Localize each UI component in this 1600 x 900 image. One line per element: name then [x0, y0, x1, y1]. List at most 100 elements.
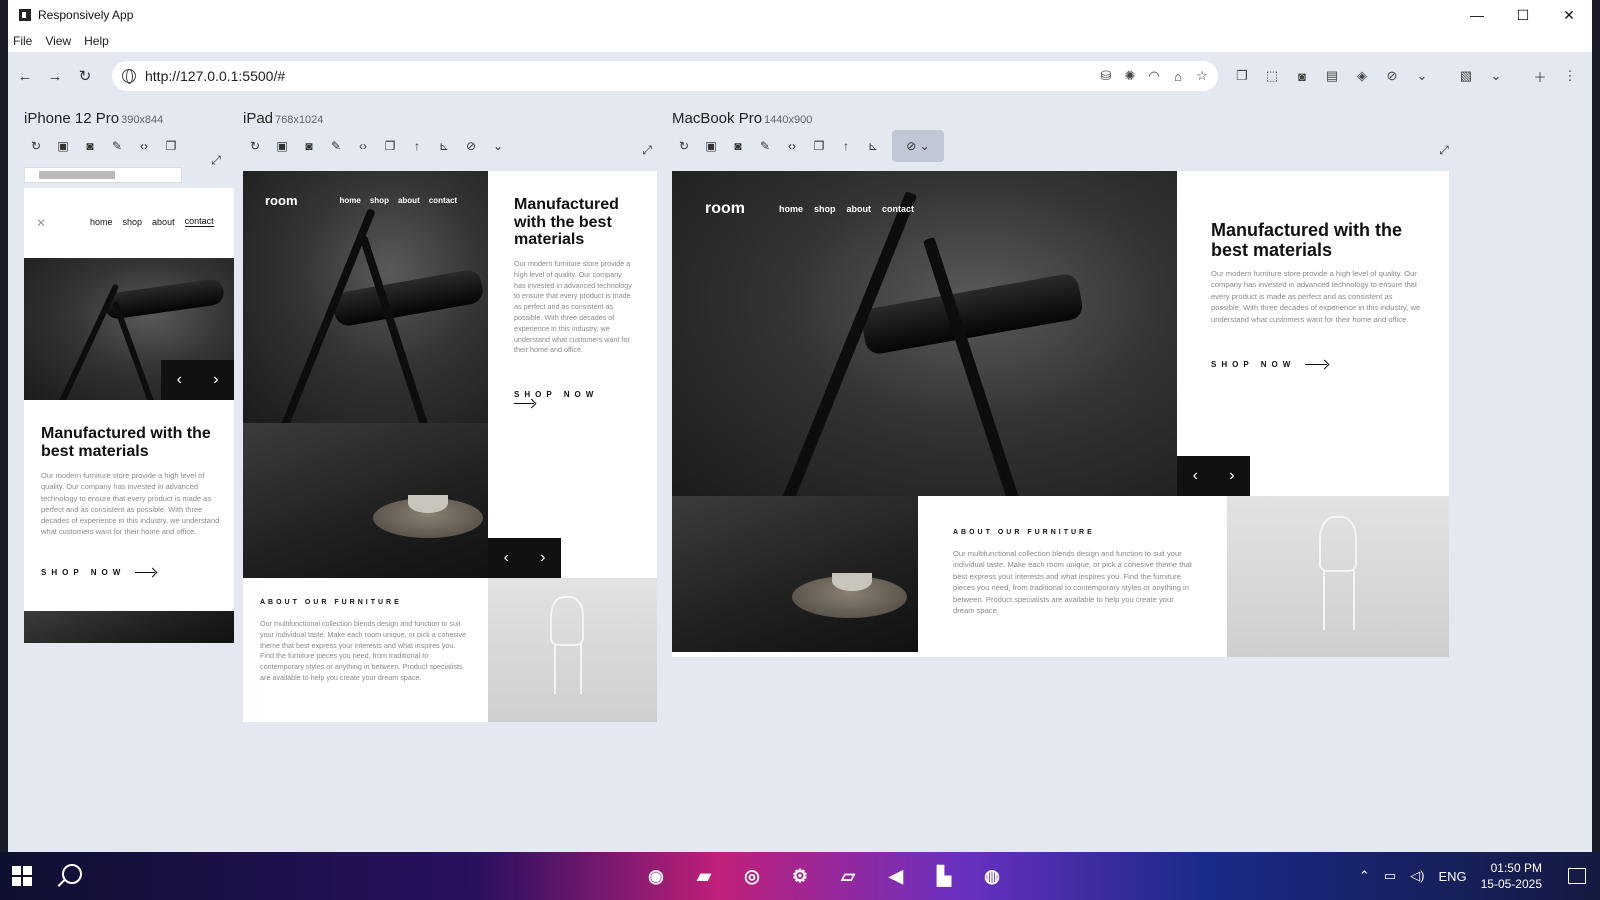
fullscreen-icon[interactable]: ⤢	[208, 152, 224, 168]
more-icon[interactable]: ⋮	[1562, 68, 1578, 84]
next-slide-button[interactable]: ›	[1214, 456, 1251, 496]
layers-icon[interactable]: ◈	[1354, 68, 1370, 84]
language-indicator[interactable]: ENG	[1438, 869, 1466, 884]
files-icon[interactable]: ▱	[832, 858, 864, 894]
address-bar[interactable]: http://127.0.0.1:5500/# ⛁ ✺ ◠ ⌂ ☆	[112, 61, 1218, 91]
wifi-icon[interactable]: ◠	[1146, 68, 1162, 84]
chevron-down-icon[interactable]: ⌄	[490, 138, 506, 154]
edge-icon[interactable]: ◉	[640, 858, 672, 894]
camera-icon[interactable]: ◙	[82, 138, 98, 154]
nav-contact[interactable]: contact	[882, 204, 914, 214]
pen-icon[interactable]: ✎	[757, 138, 773, 154]
tradingview-icon[interactable]: ▰	[688, 858, 720, 894]
shop-now-link[interactable]: SHOP NOW	[514, 390, 644, 408]
eye-off-icon[interactable]: ⊘	[463, 138, 479, 154]
rotate-icon[interactable]: ❐	[811, 138, 827, 154]
nav-about[interactable]: about	[398, 196, 420, 205]
search-icon[interactable]	[62, 864, 82, 884]
code-icon[interactable]: ‹›	[355, 138, 371, 154]
back-button[interactable]: ←	[10, 61, 40, 91]
ruler-icon[interactable]: ⊾	[436, 138, 452, 154]
home-icon[interactable]: ⌂	[1170, 68, 1186, 84]
menu-file[interactable]: File	[13, 34, 32, 48]
scroll-top-icon[interactable]: ↑	[409, 138, 425, 154]
pen-icon[interactable]: ✎	[328, 138, 344, 154]
code-icon[interactable]: ‹›	[784, 138, 800, 154]
nav-contact[interactable]: contact	[429, 196, 457, 205]
scroll-top-icon[interactable]: ↑	[838, 138, 854, 154]
nav-home[interactable]: home	[779, 204, 803, 214]
prev-slide-button[interactable]: ‹	[1177, 456, 1214, 496]
horizontal-scrollbar[interactable]	[24, 167, 182, 183]
pen-icon[interactable]: ✎	[109, 138, 125, 154]
network-icon[interactable]: ▭	[1384, 868, 1396, 884]
reload-icon[interactable]: ↻	[676, 138, 692, 154]
minimize-button[interactable]: —	[1454, 0, 1500, 30]
site-logo[interactable]: room	[705, 200, 745, 218]
forward-button[interactable]: →	[40, 61, 70, 91]
nav-about[interactable]: about	[152, 217, 175, 227]
chevron-up-icon[interactable]: ⌃	[1359, 868, 1370, 884]
nav-home[interactable]: home	[340, 196, 361, 205]
database-icon[interactable]: ⛁	[1098, 68, 1114, 84]
star-icon[interactable]: ☆	[1194, 68, 1210, 84]
cookie-icon[interactable]: ✺	[1122, 68, 1138, 84]
screenshot-icon[interactable]: ▣	[274, 138, 290, 154]
finance-app-icon[interactable]: ◎	[736, 858, 768, 894]
slider-controls: ‹ ›	[161, 360, 234, 400]
nav-contact[interactable]: contact	[184, 216, 214, 227]
responsively-icon[interactable]: ▙	[928, 858, 960, 894]
volume-icon[interactable]: ◁)	[1410, 868, 1424, 884]
settings-icon[interactable]: ⚙	[784, 858, 816, 894]
camera-icon[interactable]: ◙	[301, 138, 317, 154]
rotate-icon[interactable]: ❐	[163, 138, 179, 154]
shop-now-link[interactable]: SHOP NOW	[1211, 360, 1328, 369]
close-menu-icon[interactable]: ✕	[36, 216, 46, 230]
notification-icon[interactable]	[1568, 868, 1586, 884]
menu-view[interactable]: View	[45, 34, 71, 48]
close-button[interactable]: ✕	[1546, 0, 1592, 30]
fullscreen-icon[interactable]: ⤢	[639, 142, 655, 158]
file-icon[interactable]: ▤	[1324, 68, 1340, 84]
ruler-icon[interactable]: ⊾	[865, 138, 881, 154]
address-url[interactable]: http://127.0.0.1:5500/#	[145, 68, 285, 84]
plus-icon[interactable]: ＋	[1532, 68, 1548, 85]
reload-icon[interactable]: ↻	[247, 138, 263, 154]
menu-help[interactable]: Help	[84, 34, 109, 48]
nav-shop[interactable]: shop	[370, 196, 389, 205]
preview-layout-icon[interactable]: ❐	[1234, 68, 1250, 84]
chevron-down-icon[interactable]: ⌄	[1488, 68, 1504, 84]
rotate-icon[interactable]: ❐	[382, 138, 398, 154]
screenshot-icon[interactable]: ▣	[703, 138, 719, 154]
prev-slide-button[interactable]: ‹	[488, 538, 525, 578]
nav-shop[interactable]: shop	[123, 217, 143, 227]
next-slide-button[interactable]: ›	[525, 538, 562, 578]
camera-icon[interactable]: ◙	[730, 138, 746, 154]
code-icon[interactable]: ‹›	[136, 138, 152, 154]
shop-now-link[interactable]: SHOP NOW	[41, 568, 156, 577]
clock[interactable]: 01:50 PM 15-05-2025	[1481, 860, 1542, 892]
chevron-down-icon[interactable]: ⌄	[1414, 68, 1430, 84]
arrow-right-icon	[1305, 364, 1328, 366]
next-slide-button[interactable]: ›	[198, 360, 235, 400]
site-logo[interactable]: room	[265, 193, 298, 208]
device-size: 1440x900	[764, 114, 813, 126]
nav-home[interactable]: home	[90, 217, 113, 227]
maximize-button[interactable]: ☐	[1500, 0, 1546, 30]
nav-about[interactable]: about	[847, 204, 872, 214]
vscode-icon[interactable]: ◀	[880, 858, 912, 894]
eye-off-icon[interactable]: ⊘	[1384, 68, 1400, 84]
inspect-icon[interactable]: ⬚	[1264, 68, 1280, 84]
scrollbar-thumb[interactable]	[39, 171, 115, 179]
layout-icon[interactable]: ▧	[1458, 68, 1474, 84]
start-button[interactable]	[12, 866, 32, 886]
eye-off-toggle[interactable]: ⊘ ⌄	[892, 130, 944, 162]
prev-slide-button[interactable]: ‹	[161, 360, 198, 400]
screenshot-icon[interactable]: ▣	[55, 138, 71, 154]
reload-button[interactable]: ↻	[70, 61, 100, 91]
fullscreen-icon[interactable]: ⤢	[1436, 142, 1452, 158]
camera-icon[interactable]: ◙	[1294, 68, 1310, 84]
chrome-icon[interactable]: ◍	[976, 858, 1008, 894]
nav-shop[interactable]: shop	[814, 204, 836, 214]
reload-icon[interactable]: ↻	[28, 138, 44, 154]
